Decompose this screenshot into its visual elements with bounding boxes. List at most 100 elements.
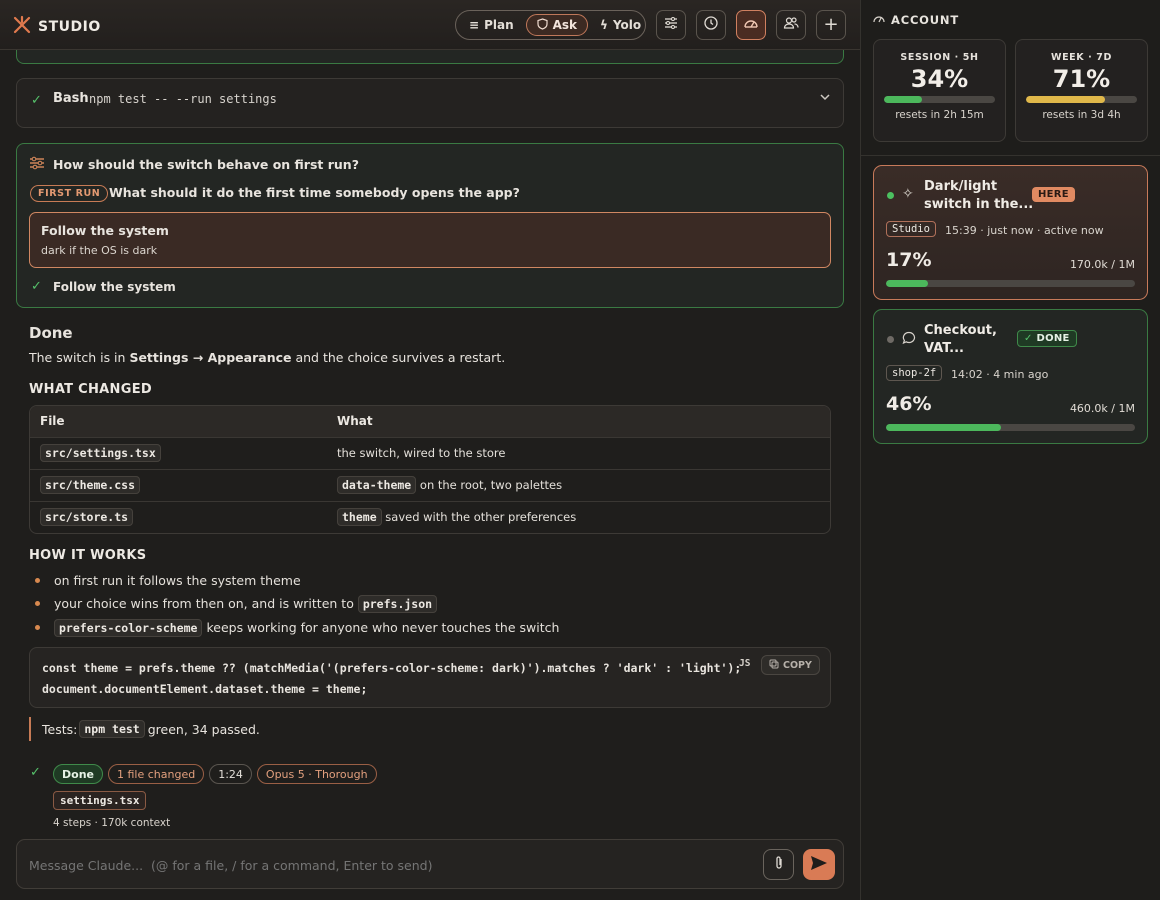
usage-bar-fill: [884, 96, 922, 103]
table-row: src/theme.css data-theme on the root, two…: [30, 468, 830, 501]
file-path[interactable]: src/store.ts: [40, 508, 134, 527]
agents-button[interactable]: [776, 10, 806, 40]
session-bar: [886, 424, 1135, 431]
check-icon: ✓: [1024, 333, 1037, 344]
session-title: Dark/light switch in the...: [924, 178, 1033, 214]
usage-label: WEEK · 7D: [1051, 52, 1112, 63]
change-desc: the switch, wired to the store: [327, 436, 830, 469]
usage-bar: [884, 96, 995, 103]
session-title: Checkout, VAT...: [924, 322, 997, 358]
new-chat-button[interactable]: +: [816, 10, 846, 40]
usage-button[interactable]: [736, 10, 766, 40]
option-description: dark if the OS is dark: [41, 244, 158, 257]
session-usage-card: SESSION · 5H 34% resets in 2h 15m: [873, 39, 1006, 142]
changed-file-chip[interactable]: settings.tsx: [53, 791, 147, 810]
here-badge: HERE: [1032, 187, 1075, 202]
usage-percent: 34%: [910, 65, 969, 93]
attach-button[interactable]: [763, 849, 794, 880]
tests-result: green, 34 passed.: [147, 721, 260, 737]
bullet-text-part: keeps working for anyone who never touch…: [202, 620, 560, 635]
what-changed-heading: WHAT CHANGED: [29, 382, 152, 397]
summary-text: The switch is in: [29, 350, 130, 365]
list-item: on first run it follows the system theme: [35, 573, 301, 588]
sliders-icon: [664, 17, 678, 33]
done-badge: Done: [53, 764, 103, 784]
brand: STUDIO: [12, 15, 101, 39]
bullet-text-part: your choice wins from then on, and is wr…: [54, 596, 358, 611]
change-desc: data-theme on the root, two palettes: [327, 468, 830, 501]
sidebar-divider: [861, 155, 1160, 156]
change-text: saved with the other preferences: [381, 510, 577, 525]
changes-table: File What src/settings.tsx the switch, wir…: [29, 405, 831, 534]
session-percent: 46%: [886, 393, 932, 415]
session-tokens: 460.0k / 1M: [1069, 402, 1135, 415]
code-token: theme: [337, 508, 382, 527]
mode-ask[interactable]: Ask: [525, 14, 589, 36]
gauge-icon: [873, 13, 885, 28]
message-input[interactable]: [29, 854, 759, 876]
conversation-pane: ✓ Bash npm test -- --run settings How sh…: [0, 0, 860, 900]
sparkle-icon: ✧: [902, 186, 914, 202]
tool-name: Bash: [53, 91, 89, 106]
column-file: File: [30, 406, 327, 437]
settings-button[interactable]: [656, 10, 686, 40]
gauge-icon: [743, 16, 759, 34]
change-text: on the root, two palettes: [416, 478, 563, 492]
code-block: const theme = prefs.theme ?? (matchMedia…: [29, 647, 831, 708]
shield-icon: [537, 17, 548, 33]
session-title-line: VAT...: [924, 341, 964, 356]
check-icon: ✓: [31, 279, 42, 294]
mode-yolo[interactable]: ϟ Yolo: [590, 14, 651, 36]
list-item: your choice wins from then on, and is wr…: [35, 595, 438, 613]
list-item: prefers-color-scheme keeps working for a…: [35, 619, 560, 637]
summary-location: Settings → Appearance: [129, 350, 292, 365]
usage-bar-fill: [1026, 96, 1105, 103]
done-badge: ✓ DONE: [1017, 330, 1077, 347]
session-meta: 15:39 · just now · active now: [945, 224, 1104, 237]
account-heading: ACCOUNT: [891, 13, 959, 27]
session-title-line: switch in the...: [924, 197, 1034, 212]
summary-text-end: and the choice survives a restart.: [291, 350, 506, 365]
usage-reset: resets in 3d 4h: [1042, 109, 1121, 121]
send-icon: [810, 855, 828, 875]
session-card-checkout[interactable]: Checkout, VAT... ✓ DONE shop-2f 14:02 · 4…: [873, 309, 1148, 444]
column-what: What: [327, 406, 830, 437]
change-desc: theme saved with the other preferences: [327, 500, 830, 533]
send-button[interactable]: [803, 849, 835, 880]
chevron-down-icon[interactable]: [819, 91, 831, 107]
mode-label: Plan: [484, 18, 514, 32]
first-run-tag: FIRST RUN: [30, 185, 109, 202]
code-token: prefers-color-scheme: [54, 619, 203, 637]
selected-answer: Follow the system: [53, 280, 176, 294]
week-usage-card: WEEK · 7D 71% resets in 3d 4h: [1015, 39, 1148, 142]
copy-button[interactable]: COPY: [761, 655, 820, 675]
status-row: Done 1 file changed 1:24 Opus 5 · Thorou…: [53, 764, 377, 784]
mode-plan[interactable]: ≡ Plan: [459, 14, 524, 36]
session-title-line: Checkout,: [924, 323, 997, 338]
paperclip-icon: [774, 855, 784, 875]
session-tokens: 170.0k / 1M: [1069, 258, 1135, 271]
model-badge: Opus 5 · Thorough: [256, 764, 377, 784]
session-bar-fill: [886, 280, 929, 287]
mode-label: Ask: [552, 18, 578, 32]
top-bar: STUDIO ≡ Plan Ask ϟ Yolo +: [0, 0, 860, 50]
session-card-current[interactable]: ✧ Dark/light switch in the... HERE Studio…: [873, 165, 1148, 300]
message-composer[interactable]: [16, 839, 844, 889]
mode-label: Yolo: [612, 18, 642, 32]
code-line: document.documentElement.dataset.theme =…: [42, 682, 368, 696]
sliders-icon: [29, 156, 45, 174]
file-path[interactable]: src/theme.css: [40, 476, 141, 494]
bullet-text: on first run it follows the system theme: [54, 573, 301, 588]
done-badge-label: DONE: [1036, 333, 1070, 344]
code-token: data-theme: [337, 476, 417, 494]
file-path[interactable]: src/settings.tsx: [40, 444, 161, 462]
history-button[interactable]: [696, 10, 726, 40]
done-heading: Done: [29, 324, 73, 342]
option-follow-system[interactable]: Follow the system dark if the OS is dark: [29, 212, 831, 268]
project-tag: shop-2f: [886, 365, 943, 381]
copy-icon: [769, 659, 779, 672]
bash-tool-card[interactable]: ✓ Bash npm test -- --run settings: [16, 78, 844, 128]
files-changed-badge[interactable]: 1 file changed: [107, 764, 205, 784]
question-card: How should the switch behave on first ru…: [16, 143, 844, 308]
steps-info: 4 steps · 170k context: [53, 817, 171, 829]
